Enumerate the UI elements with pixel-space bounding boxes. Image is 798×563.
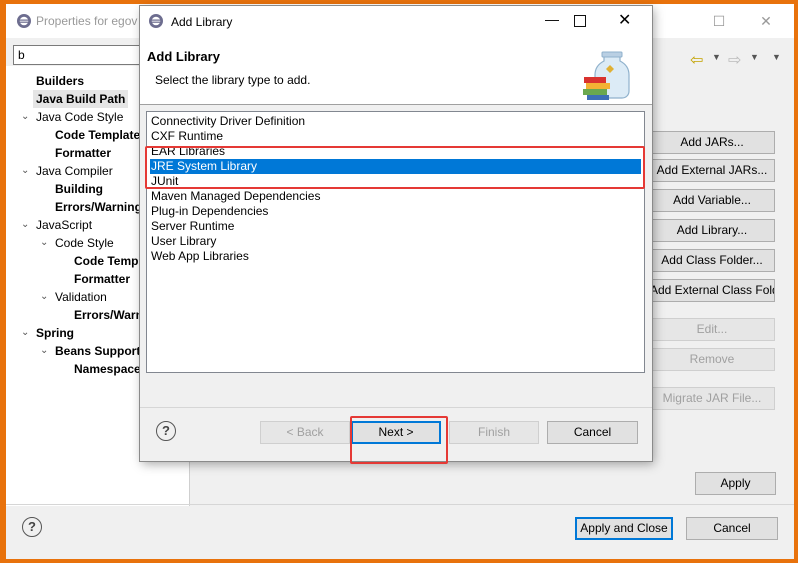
eclipse-icon: [17, 14, 31, 28]
library-list-item[interactable]: Maven Managed Dependencies: [150, 189, 641, 204]
tree-expand-icon[interactable]: ⌄: [21, 112, 31, 122]
side-button[interactable]: Add Class Folder...: [649, 249, 775, 272]
minimize-icon[interactable]: —: [545, 11, 559, 27]
tree-item[interactable]: Code Style: [55, 234, 114, 252]
side-button[interactable]: Add External Class Folder...: [649, 279, 775, 302]
library-list-item[interactable]: Web App Libraries: [150, 249, 641, 264]
add-library-dialog: Add Library — ✕ Add Library Select the l…: [140, 6, 652, 464]
tree-expand-icon[interactable]: ⌄: [40, 292, 50, 302]
library-list-item[interactable]: Plug-in Dependencies: [150, 204, 641, 219]
close-icon[interactable]: ✕: [618, 10, 631, 30]
library-list-item[interactable]: Server Runtime: [150, 219, 641, 234]
tree-item[interactable]: Building: [55, 180, 103, 198]
side-button[interactable]: Migrate JAR File...: [649, 387, 775, 410]
tree-item[interactable]: Spring: [36, 324, 74, 342]
library-list-item[interactable]: Connectivity Driver Definition: [150, 114, 641, 129]
side-button[interactable]: Add JARs...: [649, 131, 775, 154]
tree-expand-icon[interactable]: ⌄: [40, 238, 50, 248]
cancel-button[interactable]: Cancel: [686, 517, 778, 540]
forward-dropdown-icon[interactable]: ▼: [750, 52, 759, 62]
tree-item[interactable]: Code Templates: [55, 126, 147, 144]
library-jar-icon: [583, 51, 630, 100]
back-dropdown-icon[interactable]: ▼: [712, 52, 721, 62]
wizard-description: Select the library type to add.: [155, 73, 311, 87]
tree-item[interactable]: Java Build Path: [33, 90, 129, 108]
dialog-titlebar: Add Library — ✕: [140, 6, 652, 37]
side-button[interactable]: Add Library...: [649, 219, 775, 242]
tree-item[interactable]: Formatter: [74, 270, 130, 288]
side-button[interactable]: Add Variable...: [649, 189, 775, 212]
tree-expand-icon[interactable]: ⌄: [21, 220, 31, 230]
help-icon[interactable]: ?: [22, 517, 42, 537]
side-button[interactable]: Edit...: [649, 318, 775, 341]
maximize-icon[interactable]: ☐: [696, 10, 742, 32]
wizard-header: Add Library Select the library type to a…: [140, 37, 652, 104]
view-menu-icon[interactable]: ▼: [772, 52, 781, 62]
annotation-highlight-box: [350, 416, 448, 464]
tree-item[interactable]: JavaScript: [36, 216, 92, 234]
wizard-heading: Add Library: [147, 49, 220, 64]
tree-item[interactable]: Errors/Warnings: [55, 198, 149, 216]
tree-item[interactable]: Builders: [36, 72, 84, 90]
side-button[interactable]: Add External JARs...: [649, 159, 775, 182]
header-separator: [140, 104, 652, 105]
tree-item[interactable]: Java Compiler: [36, 162, 113, 180]
dialog-title: Add Library: [171, 15, 233, 29]
finish-button[interactable]: Finish: [449, 421, 539, 444]
apply-button[interactable]: Apply: [695, 472, 776, 495]
library-list-item[interactable]: User Library: [150, 234, 641, 249]
apply-and-close-button[interactable]: Apply and Close: [575, 517, 673, 540]
tree-expand-icon[interactable]: ⌄: [40, 346, 50, 356]
back-arrow-icon[interactable]: ⇦: [690, 50, 703, 70]
properties-title: Properties for egov: [36, 14, 138, 28]
forward-arrow-icon[interactable]: ⇨: [728, 50, 741, 70]
help-icon[interactable]: ?: [156, 421, 176, 441]
tree-item[interactable]: Formatter: [55, 144, 111, 162]
button-bar-separator: [140, 407, 652, 408]
bottom-separator: [6, 504, 794, 505]
eclipse-icon: [149, 14, 163, 28]
cancel-button[interactable]: Cancel: [547, 421, 638, 444]
tree-item[interactable]: Java Code Style: [36, 108, 123, 126]
back-button[interactable]: < Back: [260, 421, 350, 444]
tree-item[interactable]: Namespaces: [74, 360, 147, 378]
annotation-highlight-box: [145, 146, 645, 189]
side-button[interactable]: Remove: [649, 348, 775, 371]
tree-expand-icon[interactable]: ⌄: [21, 166, 31, 176]
close-icon[interactable]: ✕: [743, 10, 789, 32]
tree-item[interactable]: Beans Support: [55, 342, 140, 360]
tree-item[interactable]: Validation: [55, 288, 107, 306]
tree-expand-icon[interactable]: ⌄: [21, 328, 31, 338]
maximize-icon[interactable]: [574, 15, 586, 27]
library-list-item[interactable]: CXF Runtime: [150, 129, 641, 144]
